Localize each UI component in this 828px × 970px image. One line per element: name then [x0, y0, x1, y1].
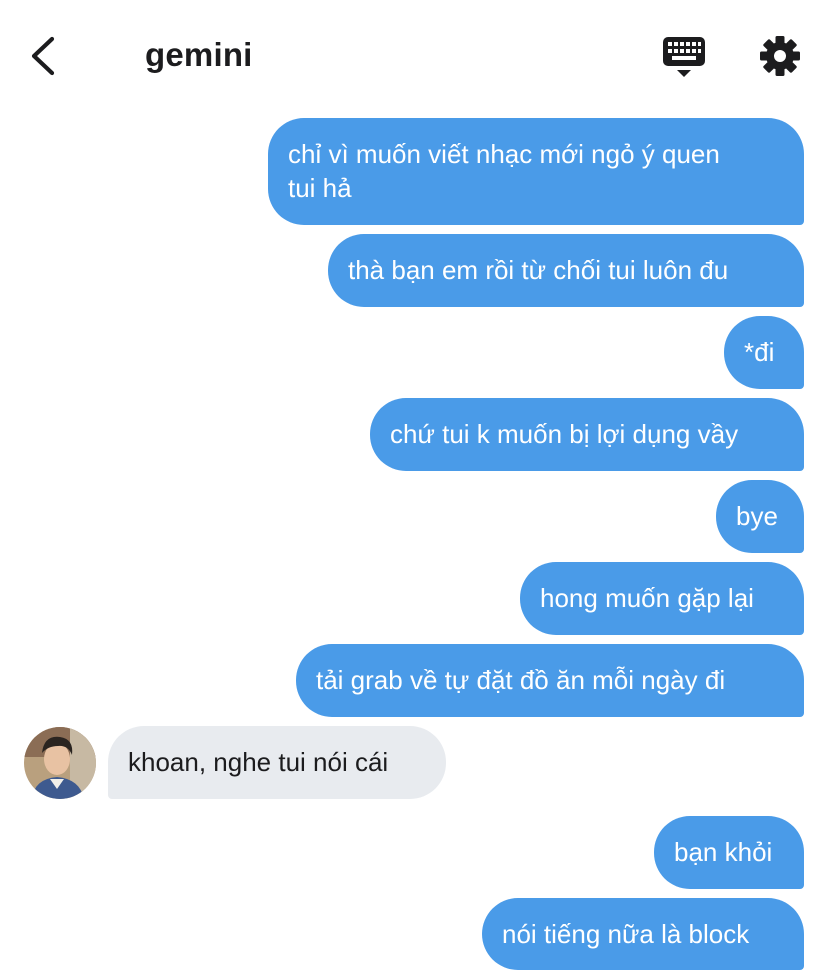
message-bubble-outgoing[interactable]: nói tiếng nữa là block	[482, 898, 804, 970]
avatar-photo	[24, 727, 96, 799]
gear-icon	[760, 36, 800, 76]
contact-avatar[interactable]	[24, 727, 96, 799]
keyboard-button[interactable]	[660, 34, 708, 80]
chat-header: gemini	[0, 0, 828, 110]
message-bubble-outgoing[interactable]: thà bạn em rồi từ chối tui luôn đu	[328, 234, 804, 307]
message-bubble-outgoing[interactable]: tải grab về tự đặt đồ ăn mỗi ngày đi	[296, 644, 804, 717]
conversation-title: gemini	[145, 36, 253, 73]
settings-button[interactable]	[758, 34, 802, 78]
message-bubble-incoming[interactable]: khoan, nghe tui nói cái	[108, 726, 446, 799]
message-bubble-outgoing[interactable]: chứ tui k muốn bị lợi dụng vầy	[370, 398, 804, 471]
back-button[interactable]	[26, 34, 66, 78]
keyboard-icon	[663, 37, 705, 77]
message-bubble-outgoing[interactable]: bạn khỏi	[654, 816, 804, 889]
chevron-left-icon	[31, 36, 55, 76]
message-bubble-outgoing[interactable]: chỉ vì muốn viết nhạc mới ngỏ ý quen tui…	[268, 118, 804, 225]
message-bubble-outgoing[interactable]: hong muốn gặp lại	[520, 562, 804, 635]
message-bubble-outgoing[interactable]: *đi	[724, 316, 804, 389]
message-bubble-outgoing[interactable]: bye	[716, 480, 804, 553]
